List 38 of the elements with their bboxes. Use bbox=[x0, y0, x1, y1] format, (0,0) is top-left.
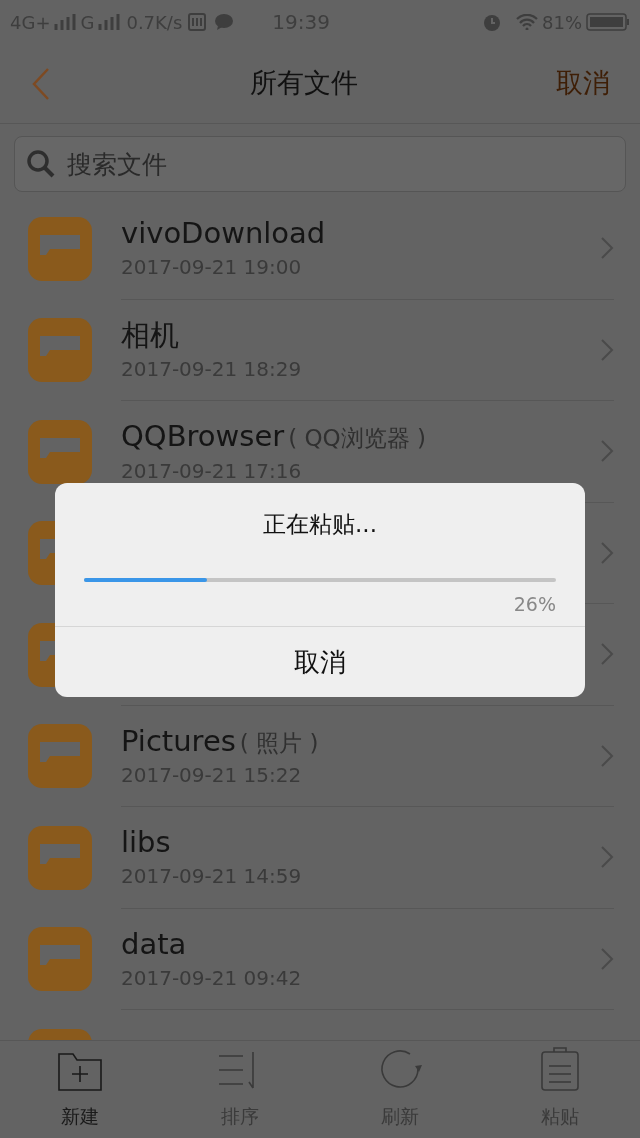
chat-icon bbox=[214, 13, 235, 31]
chevron-right-icon bbox=[600, 439, 614, 464]
chevron-right-icon bbox=[600, 337, 614, 362]
folder-icon bbox=[28, 318, 92, 383]
battery-icon bbox=[586, 12, 630, 32]
notification-icon bbox=[188, 13, 207, 31]
dialog-title: 正在粘贴... bbox=[263, 510, 377, 539]
search-field[interactable]: 搜索文件 bbox=[14, 136, 626, 192]
folder-icon bbox=[28, 927, 92, 992]
folder-icon bbox=[28, 216, 92, 281]
alarm-icon bbox=[482, 12, 502, 32]
folder-icon bbox=[28, 825, 92, 890]
new-folder-icon bbox=[57, 1051, 103, 1092]
chevron-right-icon bbox=[600, 845, 614, 870]
folder-icon bbox=[28, 419, 92, 484]
page-title: 所有文件 bbox=[250, 66, 358, 101]
back-icon[interactable] bbox=[30, 66, 52, 101]
dialog-cancel-button[interactable]: 取消 bbox=[55, 627, 585, 697]
chevron-right-icon bbox=[600, 642, 614, 667]
signal-icon bbox=[54, 14, 77, 30]
wifi-icon bbox=[516, 14, 538, 30]
file-name: vivoDownload bbox=[121, 215, 326, 253]
chevron-right-icon bbox=[600, 236, 614, 261]
file-name: Pictures bbox=[121, 722, 236, 760]
chevron-right-icon bbox=[600, 946, 614, 971]
clipboard-icon bbox=[540, 1045, 580, 1092]
search-icon bbox=[26, 149, 56, 179]
chevron-right-icon bbox=[600, 743, 614, 768]
progress-percent: 26% bbox=[513, 591, 556, 617]
toolbar-button[interactable]: 新建 bbox=[0, 1041, 160, 1138]
file-name: 相机 bbox=[121, 316, 179, 354]
file-name: libs bbox=[121, 824, 171, 862]
cancel-button[interactable]: 取消 bbox=[556, 63, 610, 104]
file-name: QQBrowser bbox=[121, 418, 285, 455]
file-name: data bbox=[121, 925, 187, 963]
chevron-right-icon bbox=[600, 540, 614, 565]
signal-icon bbox=[98, 14, 121, 30]
folder-icon bbox=[28, 724, 92, 789]
